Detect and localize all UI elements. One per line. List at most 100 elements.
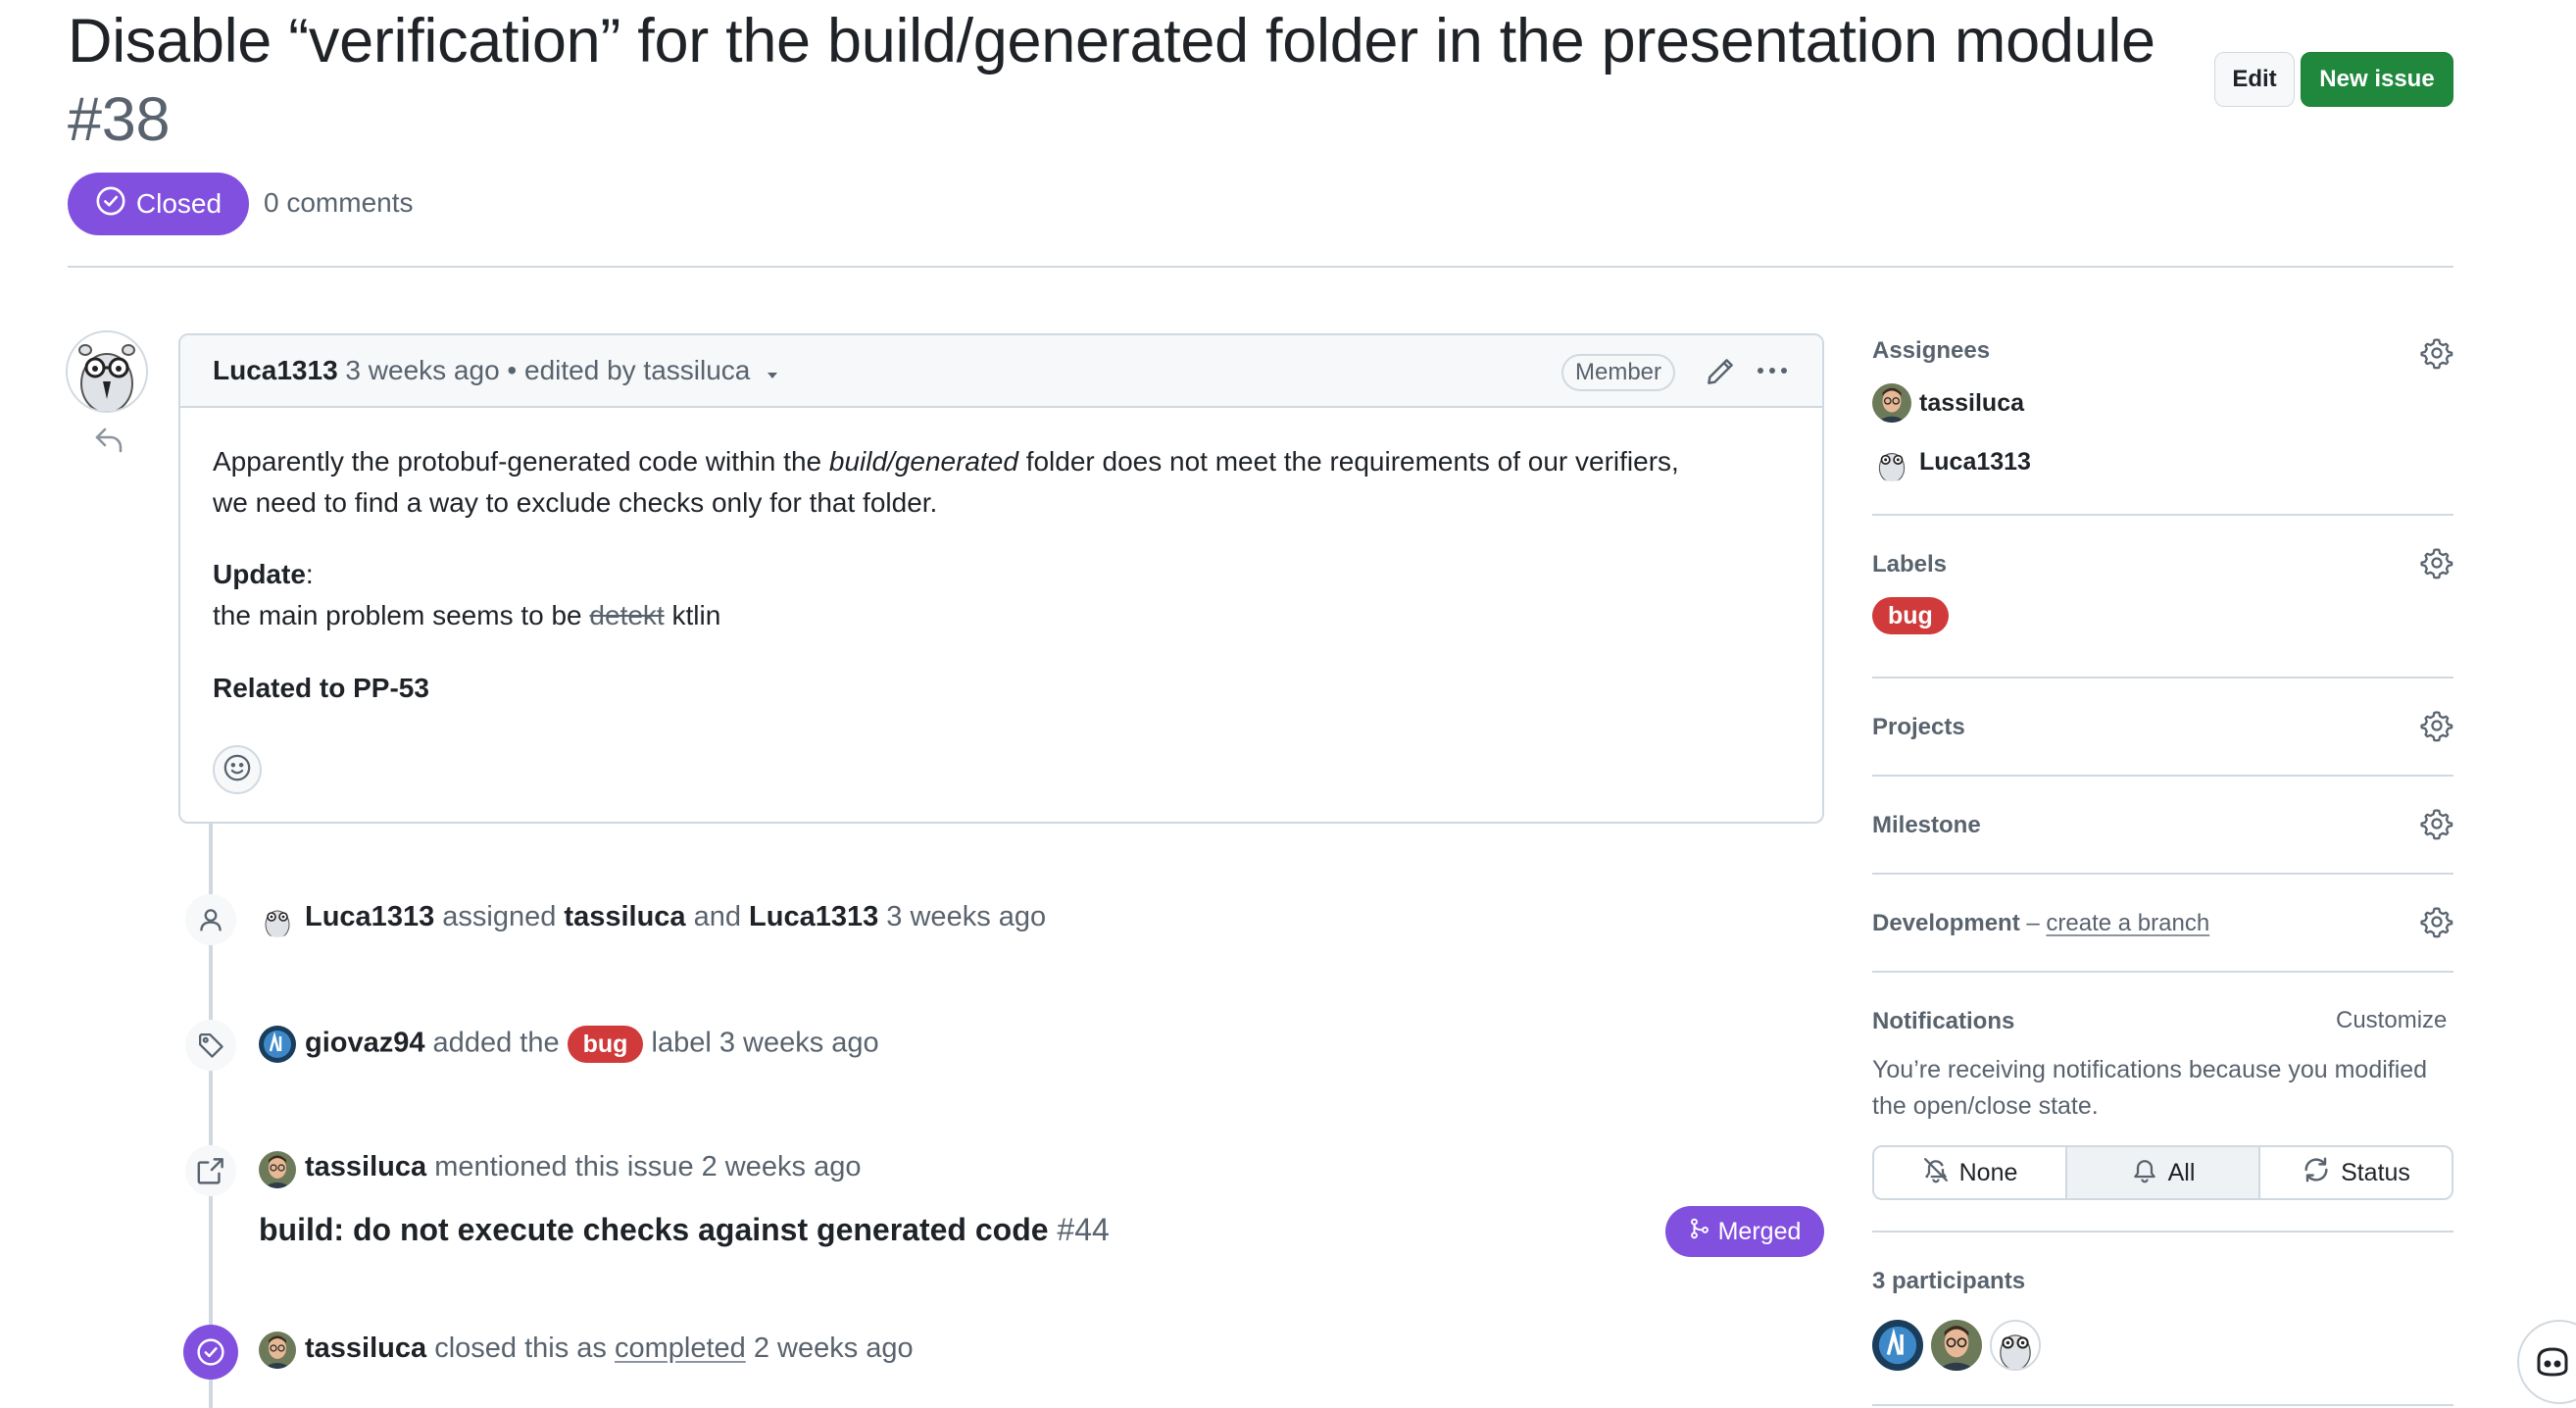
smiley-icon (223, 753, 252, 787)
gear-icon[interactable] (2420, 336, 2453, 375)
event-text: added the (424, 1027, 568, 1059)
avatar-giovaz94[interactable] (259, 1026, 296, 1063)
labeled-event: giovaz94 added the bug label 3 weeks ago (305, 1026, 879, 1063)
event-actor[interactable]: tassiluca (305, 1151, 426, 1182)
sidebar-divider (1872, 1404, 2453, 1406)
comment-header: Luca1313 3 weeks ago • edited by tassilu… (180, 335, 1822, 408)
development-heading: Development – create a branch (1872, 910, 2209, 937)
event-text: assigned (434, 901, 565, 932)
update-line: the main problem seems to be detekt ktli… (213, 595, 720, 636)
body-text: folder does not meet the requirements of… (1017, 446, 1679, 477)
event-time[interactable]: 2 weeks ago (746, 1333, 914, 1364)
update-heading: Update: (213, 554, 314, 595)
comment-meta: Luca1313 3 weeks ago • edited by tassilu… (213, 355, 781, 388)
reply-icon[interactable] (93, 426, 124, 458)
avatar-luca1313[interactable] (1872, 442, 1911, 481)
issue-comment: Luca1313 3 weeks ago • edited by tassilu… (178, 333, 1824, 824)
copilot-button[interactable] (2517, 1320, 2576, 1404)
assignees-heading[interactable]: Assignees (1872, 337, 1990, 365)
completed-link[interactable]: completed (615, 1333, 746, 1364)
edit-button[interactable]: Edit (2214, 52, 2295, 107)
event-user[interactable]: tassiluca (564, 901, 685, 932)
bell-slash-icon (1922, 1156, 1950, 1190)
notif-option-status[interactable]: Status (2260, 1147, 2452, 1198)
notifications-heading: Notifications (1872, 1008, 2015, 1034)
body-emphasis: build/generated (828, 446, 1018, 477)
person-icon (185, 894, 236, 945)
notification-options: None All Status (1872, 1145, 2453, 1200)
merged-badge: Merged (1665, 1206, 1824, 1257)
pr-title-text[interactable]: build: do not execute checks against gen… (259, 1212, 1049, 1247)
header-divider (68, 266, 2453, 268)
labels-heading[interactable]: Labels (1872, 551, 1947, 578)
issue-title: Disable “verification” for the build/gen… (68, 2, 2165, 159)
avatar-tassiluca[interactable] (1872, 383, 1911, 423)
closed-event: tassiluca closed this as completed 2 wee… (305, 1333, 914, 1365)
sidebar-divider (1872, 1231, 2453, 1232)
comment-time[interactable]: 3 weeks ago (345, 355, 499, 385)
issue-title-text: Disable “verification” for the build/gen… (68, 7, 2155, 75)
issue-number: #38 (68, 85, 171, 154)
update-text: the main problem seems to be (213, 600, 590, 630)
customize-button[interactable]: Customize (2336, 1007, 2447, 1034)
event-user[interactable]: Luca1313 (749, 901, 878, 932)
participant-avatar-giovaz94[interactable] (1872, 1320, 1923, 1371)
gear-icon[interactable] (2420, 709, 2453, 747)
bug-label[interactable]: bug (567, 1026, 644, 1063)
notif-option-all[interactable]: All (2067, 1147, 2260, 1198)
cross-reference-icon (185, 1145, 236, 1196)
caret-down-icon[interactable] (764, 357, 781, 388)
notifications-description: You’re receiving notifications because y… (1872, 1056, 2428, 1120)
development-label[interactable]: Development (1872, 910, 2020, 936)
notif-option-label: All (2167, 1158, 2196, 1186)
avatar-luca1313[interactable] (259, 900, 296, 937)
add-reaction-button[interactable] (213, 745, 262, 794)
event-actor[interactable]: Luca1313 (305, 901, 434, 932)
author-avatar[interactable] (66, 330, 148, 413)
merge-icon (1689, 1218, 1710, 1246)
update-text: ktlin (664, 600, 721, 630)
state-badge: Closed (68, 173, 249, 235)
tag-icon (185, 1020, 236, 1071)
sidebar-divider (1872, 677, 2453, 679)
notif-option-label: Status (2341, 1158, 2410, 1186)
new-issue-button[interactable]: New issue (2301, 52, 2453, 107)
event-text: closed this as (426, 1333, 615, 1364)
participant-avatar-luca1313[interactable] (1990, 1320, 2041, 1371)
pr-number[interactable]: #44 (1049, 1212, 1109, 1247)
comment-body-line-2: we need to find a way to exclude checks … (213, 487, 938, 518)
create-branch-link[interactable]: create a branch (2046, 910, 2209, 936)
gear-icon[interactable] (2420, 807, 2453, 845)
pencil-icon[interactable] (1706, 357, 1735, 391)
gear-icon[interactable] (2420, 546, 2453, 584)
meta-separator: • (507, 355, 518, 385)
comment-author[interactable]: Luca1313 (213, 355, 338, 385)
mentioned-event: tassiluca mentioned this issue 2 weeks a… (305, 1151, 861, 1183)
participants-heading: 3 participants (1872, 1268, 2026, 1294)
assignee-name[interactable]: Luca1313 (1919, 448, 2031, 477)
avatar-tassiluca[interactable] (259, 1332, 296, 1369)
milestone-heading[interactable]: Milestone (1872, 812, 1981, 839)
update-colon: : (305, 559, 314, 589)
closed-check-icon (183, 1325, 238, 1380)
closed-check-icon (95, 185, 126, 224)
event-text: and (685, 901, 750, 932)
gear-icon[interactable] (2420, 905, 2453, 943)
merged-label: Merged (1717, 1217, 1802, 1245)
projects-heading[interactable]: Projects (1872, 714, 1965, 741)
sidebar-bug-label[interactable]: bug (1872, 597, 1949, 634)
event-actor[interactable]: giovaz94 (305, 1028, 425, 1059)
sidebar-divider (1872, 971, 2453, 973)
avatar-tassiluca[interactable] (259, 1151, 296, 1188)
notif-option-none[interactable]: None (1874, 1147, 2067, 1198)
event-text: mentioned this issue 2 weeks ago (426, 1151, 862, 1182)
linked-pr-title[interactable]: build: do not execute checks against gen… (259, 1212, 1110, 1248)
kebab-more-icon[interactable] (1755, 359, 1790, 387)
event-actor[interactable]: tassiluca (305, 1333, 426, 1364)
assignee-name[interactable]: tassiluca (1919, 389, 2024, 418)
bell-icon (2131, 1156, 2158, 1190)
event-time[interactable]: 3 weeks ago (878, 901, 1046, 932)
participant-avatar-tassiluca[interactable] (1931, 1320, 1982, 1371)
edited-by[interactable]: edited by tassiluca (524, 355, 750, 385)
dash: – (2019, 910, 2047, 936)
